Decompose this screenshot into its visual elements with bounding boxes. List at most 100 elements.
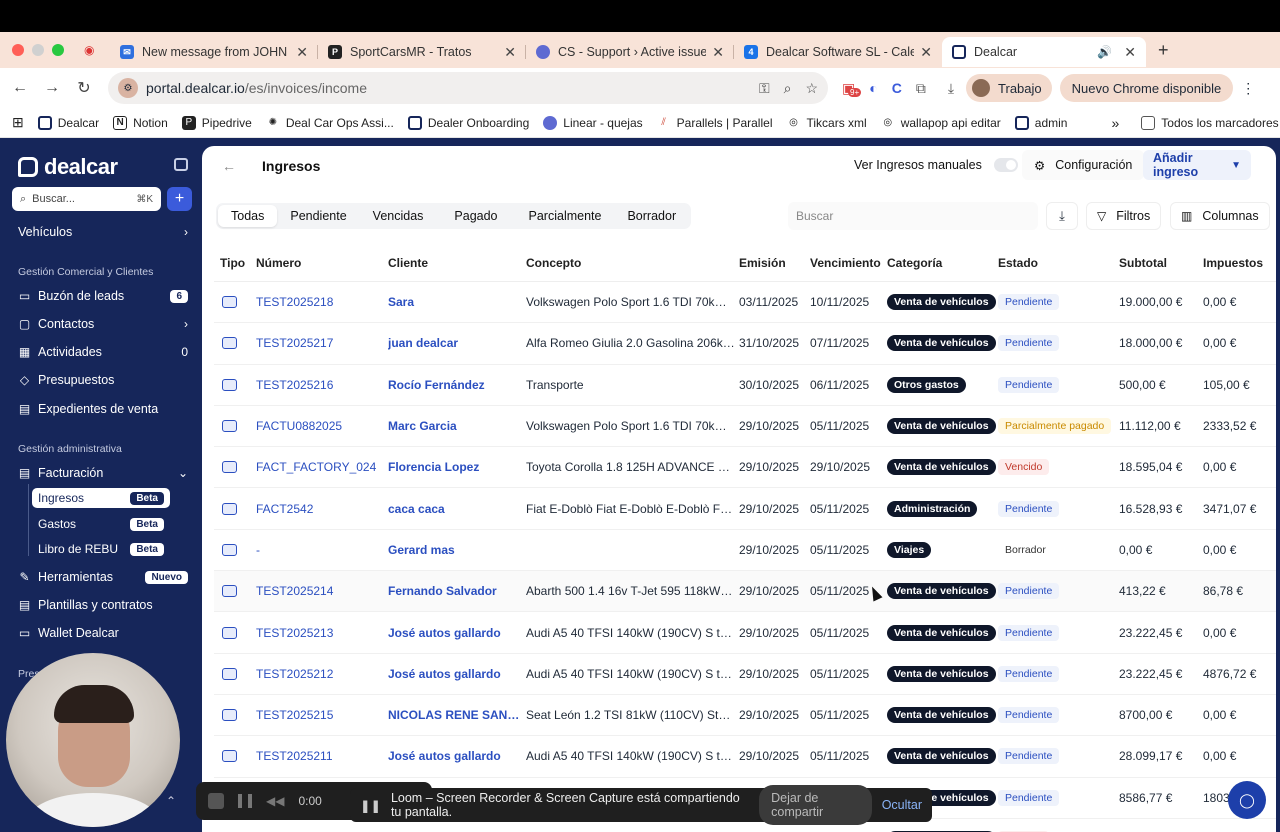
- tab-todas[interactable]: Todas: [218, 205, 278, 227]
- sidebar-item-gastos[interactable]: Gastos Beta: [32, 514, 170, 534]
- invoice-number[interactable]: FACT_FACTORY_024: [256, 460, 388, 474]
- download-icon[interactable]: ⤓: [948, 80, 954, 97]
- close-tab-icon[interactable]: ✕: [920, 44, 932, 61]
- url-text[interactable]: portal.dealcar.io/es/invoices/income: [146, 80, 745, 96]
- column-header[interactable]: Cliente: [388, 256, 526, 270]
- close-tab-icon[interactable]: ✕: [712, 44, 724, 61]
- webcam-bubble[interactable]: [6, 653, 180, 827]
- client-name[interactable]: Marc Garcia: [388, 419, 526, 433]
- maximize-window-button[interactable]: [52, 44, 64, 56]
- client-name[interactable]: caca caca: [388, 502, 526, 516]
- tab-pagado[interactable]: Pagado: [436, 205, 515, 227]
- sidebar-item-rebu[interactable]: Libro de REBU Beta: [32, 539, 170, 559]
- column-header[interactable]: Subtotal: [1119, 256, 1203, 270]
- invoice-number[interactable]: TEST2025214: [256, 584, 388, 598]
- bookmark-item[interactable]: ◎ wallapop api editar: [881, 116, 1000, 130]
- pause-icon[interactable]: [238, 794, 252, 808]
- bookmark-item[interactable]: N Notion: [113, 115, 168, 130]
- browser-tab[interactable]: P SportCarsMR - Tratos ✕: [318, 37, 526, 67]
- table-row[interactable]: TEST2025218 Sara Volkswagen Polo Sport 1.6…: [214, 282, 1276, 324]
- client-name[interactable]: Fernando Salvador: [388, 584, 526, 598]
- browser-tab[interactable]: ✉ New message from JOHN ✕: [110, 37, 318, 67]
- sidebar-item-actividades[interactable]: ▦ Actividades 0: [18, 342, 188, 362]
- client-name[interactable]: Gerard mas: [388, 543, 526, 557]
- client-name[interactable]: NICOLAS RENE SANTILLAN: [388, 708, 526, 722]
- toggle-switch[interactable]: [993, 158, 1018, 172]
- extensions-puzzle-icon[interactable]: ⧉: [916, 80, 926, 97]
- invoice-number[interactable]: -: [256, 543, 388, 557]
- client-name[interactable]: Rocío Fernández: [388, 378, 526, 392]
- profile-button[interactable]: Trabajo: [966, 74, 1052, 102]
- bookmark-item[interactable]: Linear - quejas: [543, 115, 643, 130]
- client-name[interactable]: José autos gallardo: [388, 626, 526, 640]
- c-extension-icon[interactable]: C: [892, 80, 902, 96]
- table-row[interactable]: FACT2542 caca caca Fiat E-Doblò Fiat E-Dob…: [214, 488, 1276, 530]
- support-chat-button[interactable]: ◯: [1228, 781, 1266, 819]
- more-bookmarks-icon[interactable]: »: [1111, 115, 1119, 131]
- collapse-sidebar-icon[interactable]: [174, 158, 188, 171]
- table-row[interactable]: TEST2025213 José autos gallardo Audi A5 40…: [214, 612, 1276, 654]
- minimize-window-button[interactable]: [32, 44, 44, 56]
- column-header[interactable]: Concepto: [526, 256, 739, 270]
- table-row[interactable]: TEST2025216 Rocío Fernández Transporte 30/1…: [214, 365, 1276, 406]
- sidebar-item-leads[interactable]: ▭ Buzón de leads 6: [18, 286, 188, 306]
- column-header[interactable]: Número: [256, 256, 388, 270]
- download-button[interactable]: ⤓: [1046, 202, 1078, 230]
- bookmark-item[interactable]: ✺ Deal Car Ops Assi...: [266, 116, 394, 130]
- invoice-number[interactable]: TEST2025212: [256, 667, 388, 681]
- kebab-menu-icon[interactable]: ⋮: [1241, 80, 1255, 97]
- sidebar-item-expedientes[interactable]: ▤ Expedientes de venta: [18, 399, 188, 419]
- speaker-icon[interactable]: 🔊: [1097, 45, 1112, 59]
- sidebar-item-wallet[interactable]: ▭ Wallet Dealcar: [18, 623, 188, 643]
- chevron-up-down-icon[interactable]: ⌃: [166, 794, 176, 808]
- back-arrow-icon[interactable]: ←: [222, 158, 236, 174]
- bookmark-item[interactable]: ◎ Tikcars xml: [786, 116, 867, 130]
- config-button[interactable]: ⚙ Configuración: [1022, 150, 1145, 180]
- client-name[interactable]: Florencia Lopez: [388, 460, 526, 474]
- apps-grid-icon[interactable]: ⊞: [12, 114, 24, 131]
- key-icon[interactable]: ⚿: [759, 80, 770, 97]
- rewind-icon[interactable]: ◀◀: [266, 794, 284, 808]
- table-row[interactable]: TEST2025215NICOLAS RENE SANTILLANSeat Le…: [214, 695, 1276, 737]
- tab-pendiente[interactable]: Pendiente: [277, 205, 359, 227]
- add-income-button[interactable]: Añadir ingreso ▼: [1143, 150, 1251, 180]
- sidebar-item-presupuestos[interactable]: ◇ Presupuestos: [18, 370, 188, 390]
- browser-tab[interactable]: CS - Support › Active issues ✕: [526, 37, 734, 67]
- invoice-number[interactable]: FACT2542: [256, 502, 388, 516]
- tab-borrador[interactable]: Borrador: [614, 205, 689, 227]
- client-name[interactable]: José autos gallardo: [388, 667, 526, 681]
- column-header[interactable]: Emisión: [739, 256, 810, 270]
- column-header[interactable]: Categoría: [887, 256, 998, 270]
- close-tab-icon[interactable]: ✕: [1124, 44, 1136, 61]
- site-info-icon[interactable]: ⚙: [118, 78, 138, 98]
- new-tab-icon[interactable]: +: [1158, 40, 1169, 61]
- close-tab-icon[interactable]: ✕: [504, 44, 516, 61]
- table-row[interactable]: TEST2025211 José autos gallardo Audi A5 40…: [214, 736, 1276, 778]
- bookmark-item[interactable]: P Pipedrive: [181, 115, 252, 130]
- zoom-icon[interactable]: ⌕: [784, 80, 792, 97]
- tab-parcialmente[interactable]: Parcialmente: [516, 205, 615, 227]
- table-row[interactable]: TEST2025214 Fernando Salvador Abarth 500 1…: [214, 571, 1276, 613]
- client-name[interactable]: Sara: [388, 295, 526, 309]
- bookmark-item[interactable]: Dealer Onboarding: [407, 115, 529, 130]
- column-header[interactable]: Tipo: [214, 256, 256, 270]
- client-name[interactable]: juan dealcar: [388, 336, 526, 350]
- sidebar-search-input[interactable]: ⌕ Buscar... ⌘K: [12, 187, 161, 211]
- password-manager-icon[interactable]: ◐: [869, 80, 877, 96]
- invoice-number[interactable]: TEST2025217: [256, 336, 388, 350]
- bookmark-item[interactable]: admin: [1014, 115, 1067, 130]
- sidebar-item-plantillas[interactable]: ▤ Plantillas y contratos: [18, 595, 188, 615]
- all-bookmarks[interactable]: Todos los marcadores: [1141, 115, 1279, 130]
- browser-tab[interactable]: 4 Dealcar Software SL - Calend ✕: [734, 37, 942, 67]
- sidebar-item-facturacion[interactable]: ▤ Facturación ⌄: [18, 463, 188, 483]
- url-bar[interactable]: ⚙ portal.dealcar.io/es/invoices/income ⚿…: [108, 72, 828, 104]
- manual-income-toggle[interactable]: Ver Ingresos manuales: [842, 150, 1030, 180]
- back-icon[interactable]: ←: [4, 79, 36, 97]
- close-window-button[interactable]: [12, 44, 24, 56]
- sidebar-item-ingresos[interactable]: Ingresos Beta: [32, 488, 170, 508]
- invoice-number[interactable]: FACTU0882025: [256, 419, 388, 433]
- browser-tab-active[interactable]: Dealcar 🔊 ✕: [942, 37, 1146, 67]
- bookmark-item[interactable]: ⫽ Parallels | Parallel: [657, 116, 772, 130]
- chrome-update-button[interactable]: Nuevo Chrome disponible: [1059, 74, 1234, 102]
- sidebar-item-contactos[interactable]: ▢ Contactos ›: [18, 314, 188, 334]
